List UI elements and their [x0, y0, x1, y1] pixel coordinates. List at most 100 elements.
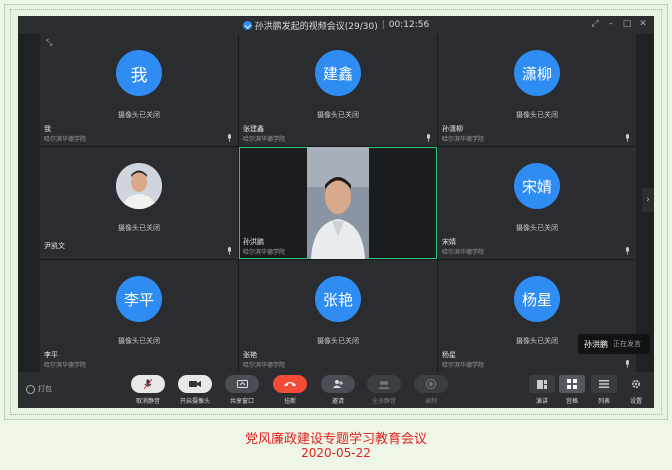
speaker-view-button[interactable]: 演讲: [526, 375, 558, 405]
camera-icon: [178, 375, 212, 393]
camera-off-label: 摄像头已关闭: [317, 337, 359, 345]
participant-name: 杨星: [442, 351, 456, 359]
participant-tile[interactable]: 潇柳 摄像头已关闭 孙潇柳 哈尔滨华德学院: [438, 34, 636, 146]
participant-name: 张艳: [243, 351, 257, 359]
camera-off-label: 摄像头已关闭: [118, 337, 160, 345]
users-mute-icon: [367, 375, 401, 393]
avatar: 张艳: [315, 276, 361, 322]
add-user-icon: [321, 375, 355, 393]
caption-date: 2020-05-22: [301, 446, 371, 460]
gallery-view-button[interactable]: 宫格: [556, 375, 588, 405]
record-button[interactable]: 录制: [411, 375, 451, 405]
participant-name: 孙洪鹏: [243, 238, 264, 246]
speaker-video-frame: [307, 147, 369, 259]
participant-tile-active-speaker[interactable]: 孙洪鹏 哈尔滨华德学院: [239, 147, 437, 259]
gallery-view-label: 宫格: [565, 398, 578, 405]
caption-title: 党风廉政建设专题学习教育会议: [244, 432, 427, 447]
camera-off-label: 摄像头已关闭: [516, 224, 558, 232]
mic-muted-icon: [228, 247, 231, 255]
avatar: 杨星: [514, 276, 560, 322]
avatar-photo: [116, 163, 162, 209]
participant-name: 李平: [44, 351, 58, 359]
fullscreen-icon[interactable]: ⤡: [46, 38, 58, 48]
participant-org: 哈尔滨华德学院: [243, 249, 286, 256]
meeting-duration: 00:12:56: [388, 20, 430, 30]
participant-name: 孙潇柳: [442, 125, 463, 133]
mute-all-button[interactable]: 全员静音: [364, 375, 404, 405]
participant-gallery: 我 摄像头已关闭 我 哈尔滨华德学院 建鑫 摄像头已关闭 张建鑫 哈尔滨华德学院…: [40, 34, 636, 372]
meeting-toolbar: 打包 取消静音 开启摄像头 共享窗口 挂断 邀请 全员静音 录制 演讲 宫格 列…: [18, 372, 654, 408]
camera-off-label: 摄像头已关闭: [118, 224, 160, 232]
participant-tile[interactable]: 张艳 摄像头已关闭 张艳 哈尔滨华德学院: [239, 260, 437, 372]
hangup-button[interactable]: 挂断: [270, 375, 310, 405]
meeting-title: 孙洪鹏发起的视频会议(29/30): [254, 21, 378, 32]
share-screen-icon: [225, 375, 259, 393]
camera-off-label: 摄像头已关闭: [118, 111, 160, 119]
share-window-label: 共享窗口: [229, 398, 254, 405]
grid-layout-icon: [559, 375, 585, 393]
mic-muted-icon: [626, 134, 629, 142]
participant-tile[interactable]: 建鑫 摄像头已关闭 张建鑫 哈尔滨华德学院: [239, 34, 437, 146]
mute-all-label: 全员静音: [371, 398, 396, 405]
list-icon: [591, 375, 617, 393]
participant-name: 宋婧: [442, 238, 456, 246]
lock-icon: [26, 384, 35, 394]
mic-icon: [131, 375, 165, 393]
lock-label: 打包: [38, 385, 52, 393]
minimize-icon[interactable]: –: [606, 19, 616, 29]
participant-org: 哈尔滨华德学院: [243, 136, 286, 143]
avatar: 李平: [116, 276, 162, 322]
title-separator: |: [381, 20, 385, 30]
speaking-status: 正在发言: [613, 340, 641, 348]
participant-tile[interactable]: 摄像头已关闭 尹凯文: [40, 147, 238, 259]
person-photo-icon: [116, 163, 162, 209]
participant-tile[interactable]: 我 摄像头已关闭 我 哈尔滨华德学院: [40, 34, 238, 146]
speaking-name: 孙洪鹏: [584, 339, 608, 349]
unmute-label: 取消静音: [135, 398, 160, 405]
participant-tile[interactable]: 宋婧 摄像头已关闭 宋婧 哈尔滨华德学院: [438, 147, 636, 259]
unmute-button[interactable]: 取消静音: [128, 375, 168, 405]
list-view-label: 列表: [597, 398, 610, 405]
avatar: 潇柳: [514, 50, 560, 96]
lock-meeting-button[interactable]: 打包: [26, 384, 52, 394]
list-view-button[interactable]: 列表: [588, 375, 620, 405]
start-camera-label: 开启摄像头: [179, 398, 210, 405]
secure-shield-icon: [242, 20, 252, 30]
participant-org: 哈尔滨华德学院: [243, 362, 286, 369]
next-page-arrow-icon[interactable]: ›: [642, 188, 654, 212]
speaking-indicator: 孙洪鹏 正在发言: [578, 334, 650, 354]
mic-muted-icon: [626, 360, 629, 368]
maximize-icon[interactable]: □: [622, 19, 632, 29]
participant-org: 哈尔滨华德学院: [44, 136, 87, 143]
camera-off-label: 摄像头已关闭: [317, 111, 359, 119]
participant-org: 哈尔滨华德学院: [442, 136, 485, 143]
avatar: 建鑫: [315, 50, 361, 96]
mic-muted-icon: [427, 134, 430, 142]
hangup-label: 挂断: [283, 398, 296, 405]
participant-org: 哈尔滨华德学院: [44, 362, 87, 369]
avatar: 我: [116, 50, 162, 96]
mic-muted-icon: [626, 247, 629, 255]
start-camera-button[interactable]: 开启摄像头: [175, 375, 215, 405]
participant-tile[interactable]: 李平 摄像头已关闭 李平 哈尔滨华德学院: [40, 260, 238, 372]
participant-name: 尹凯文: [44, 242, 65, 250]
participant-org: 哈尔滨华德学院: [442, 362, 485, 369]
hangup-phone-icon: [273, 375, 307, 393]
invite-label: 邀请: [331, 398, 344, 405]
share-window-button[interactable]: 共享窗口: [222, 375, 262, 405]
invite-button[interactable]: 邀请: [318, 375, 358, 405]
settings-button[interactable]: 设置: [620, 375, 652, 405]
participant-name: 张建鑫: [243, 125, 264, 133]
pin-icon[interactable]: ⤢: [590, 19, 600, 29]
close-icon[interactable]: ✕: [638, 19, 648, 29]
participant-name: 我: [44, 125, 51, 133]
participant-tile[interactable]: 杨星 摄像头已关闭 杨星 哈尔滨华德学院: [438, 260, 636, 372]
camera-off-label: 摄像头已关闭: [516, 111, 558, 119]
settings-label: 设置: [629, 398, 642, 405]
speaker-layout-icon: [529, 375, 555, 393]
participant-video: [307, 147, 369, 259]
participant-org: 哈尔滨华德学院: [442, 249, 485, 256]
avatar: 宋婧: [514, 163, 560, 209]
window-controls: ⤢ – □ ✕: [590, 19, 648, 29]
record-icon: [414, 375, 448, 393]
